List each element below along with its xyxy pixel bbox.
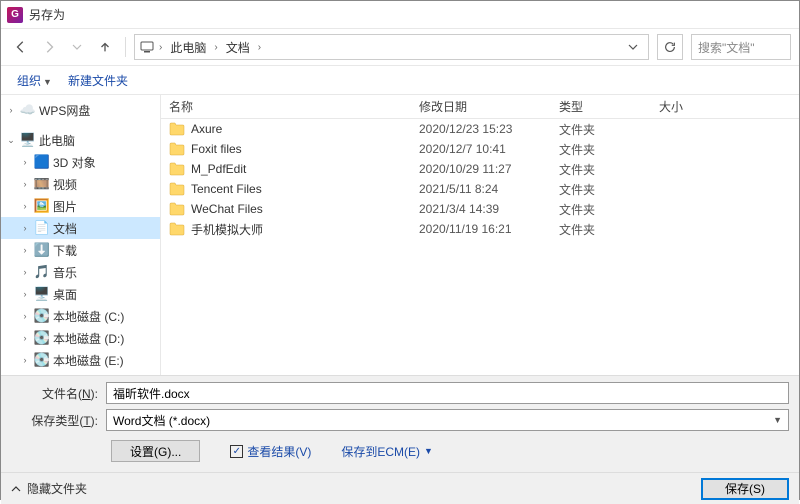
node-icon: 💽	[34, 308, 50, 324]
recent-dropdown[interactable]	[65, 35, 89, 59]
expand-icon[interactable]: ›	[19, 245, 31, 255]
checkbox-checked-icon: ✓	[230, 445, 243, 458]
app-icon: G	[7, 7, 23, 23]
tree-item[interactable]: ›🖼️图片	[1, 195, 160, 217]
organize-button[interactable]: 组织▼	[11, 68, 58, 93]
hide-folders-button[interactable]: 隐藏文件夹	[11, 480, 87, 497]
file-row[interactable]: Foxit files2020/12/7 10:41文件夹	[161, 139, 799, 159]
filename-input[interactable]	[106, 382, 789, 404]
tree-item[interactable]: ›🎵音乐	[1, 261, 160, 283]
file-row[interactable]: Tencent Files2021/5/11 8:24文件夹	[161, 179, 799, 199]
tree-this-pc[interactable]: ⌄ 🖥️ 此电脑	[1, 129, 160, 151]
node-icon: 💽	[34, 330, 50, 346]
up-button[interactable]	[93, 35, 117, 59]
node-icon: 🎞️	[34, 176, 50, 192]
pc-icon	[139, 39, 155, 55]
refresh-button[interactable]	[657, 34, 683, 60]
expand-icon[interactable]: ›	[19, 311, 31, 321]
path-segment[interactable]: 文档	[222, 37, 254, 58]
col-type[interactable]: 类型	[551, 98, 651, 115]
view-result-checkbox[interactable]: ✓ 查看结果(V)	[230, 443, 311, 460]
expand-icon[interactable]: ›	[5, 105, 17, 115]
folder-icon	[169, 122, 185, 136]
file-row[interactable]: 手机模拟大师2020/11/19 16:21文件夹	[161, 219, 799, 239]
col-name[interactable]: 名称	[161, 98, 411, 115]
tree-item[interactable]: ›💽本地磁盘 (C:)	[1, 305, 160, 327]
pc-icon: 🖥️	[20, 132, 36, 148]
col-date[interactable]: 修改日期	[411, 98, 551, 115]
file-row[interactable]: M_PdfEdit2020/10/29 11:27文件夹	[161, 159, 799, 179]
tree-item[interactable]: ›🖥️桌面	[1, 283, 160, 305]
expand-icon[interactable]: ›	[19, 223, 31, 233]
node-icon: 🎵	[34, 264, 50, 280]
expand-icon[interactable]: ›	[19, 289, 31, 299]
folder-icon	[169, 142, 185, 156]
filetype-select[interactable]: Word文档 (*.docx) ▼	[106, 409, 789, 431]
file-row[interactable]: Axure2020/12/23 15:23文件夹	[161, 119, 799, 139]
nav-tree: › ☁️ WPS网盘 ⌄ 🖥️ 此电脑 ›🟦3D 对象›🎞️视频›🖼️图片›📄文…	[1, 95, 161, 375]
node-icon: 🖥️	[34, 286, 50, 302]
chevron-right-icon[interactable]: ›	[157, 42, 164, 53]
tree-wps[interactable]: › ☁️ WPS网盘	[1, 99, 160, 121]
node-icon: 💽	[34, 352, 50, 368]
search-input[interactable]: 搜索"文档"	[691, 34, 791, 60]
folder-icon	[169, 162, 185, 176]
path-segment[interactable]: 此电脑	[166, 37, 210, 58]
collapse-icon[interactable]: ⌄	[5, 135, 17, 146]
expand-icon[interactable]: ›	[19, 157, 31, 167]
node-icon: 🟦	[34, 154, 50, 170]
save-to-ecm-button[interactable]: 保存到ECM(E) ▼	[341, 443, 433, 460]
window-title: 另存为	[29, 6, 65, 23]
node-icon: ⬇️	[34, 242, 50, 258]
expand-icon[interactable]: ›	[19, 179, 31, 189]
tree-item[interactable]: ›📄文档	[1, 217, 160, 239]
path-dropdown[interactable]	[622, 36, 644, 58]
search-placeholder: 搜索"文档"	[698, 39, 755, 56]
chevron-right-icon[interactable]: ›	[212, 42, 219, 53]
folder-icon	[169, 182, 185, 196]
tree-item[interactable]: ›💽本地磁盘 (E:)	[1, 349, 160, 371]
cloud-icon: ☁️	[20, 102, 36, 118]
folder-icon	[169, 222, 185, 236]
forward-button[interactable]	[37, 35, 61, 59]
expand-icon[interactable]: ›	[19, 201, 31, 211]
chevron-right-icon[interactable]: ›	[256, 42, 263, 53]
chevron-up-icon	[11, 484, 21, 494]
settings-button[interactable]: 设置(G)...	[111, 440, 200, 462]
filename-label: 文件名(N):	[11, 385, 106, 402]
folder-icon	[169, 202, 185, 216]
tree-item[interactable]: ›💽本地磁盘 (D:)	[1, 327, 160, 349]
column-headers: 名称 修改日期 类型 大小	[161, 95, 799, 119]
tree-item[interactable]: ›🟦3D 对象	[1, 151, 160, 173]
chevron-down-icon: ▼	[424, 446, 433, 456]
chevron-down-icon: ▼	[773, 415, 782, 425]
expand-icon[interactable]: ›	[19, 333, 31, 343]
col-size[interactable]: 大小	[651, 98, 731, 115]
tree-item[interactable]: ›⬇️下载	[1, 239, 160, 261]
expand-icon[interactable]: ›	[19, 267, 31, 277]
save-button[interactable]: 保存(S)	[701, 478, 789, 500]
file-list: Axure2020/12/23 15:23文件夹Foxit files2020/…	[161, 119, 799, 375]
new-folder-button[interactable]: 新建文件夹	[62, 68, 134, 93]
tree-item[interactable]: ›🎞️视频	[1, 173, 160, 195]
filetype-label: 保存类型(T):	[11, 412, 106, 429]
back-button[interactable]	[9, 35, 33, 59]
breadcrumb[interactable]: › 此电脑 › 文档 ›	[134, 34, 649, 60]
file-row[interactable]: WeChat Files2021/3/4 14:39文件夹	[161, 199, 799, 219]
separator	[125, 37, 126, 57]
expand-icon[interactable]: ›	[19, 355, 31, 365]
node-icon: 📄	[34, 220, 50, 236]
node-icon: 🖼️	[34, 198, 50, 214]
